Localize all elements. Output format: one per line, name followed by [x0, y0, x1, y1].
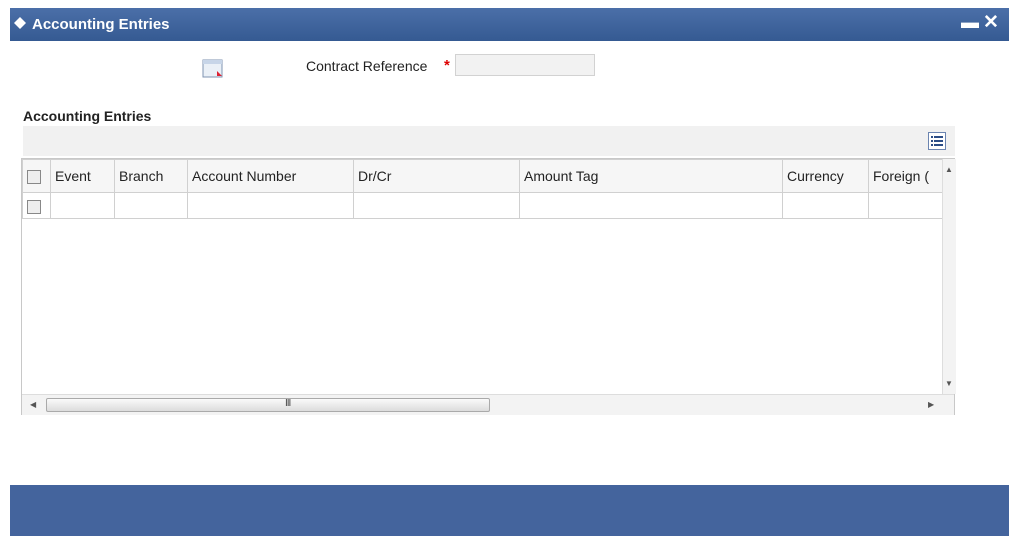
section-title: Accounting Entries	[23, 108, 152, 124]
window-title: Accounting Entries	[32, 16, 170, 33]
scroll-down-arrow-icon[interactable]: ▼	[945, 379, 953, 388]
row-checkbox[interactable]	[27, 199, 41, 214]
accounting-entries-window: Accounting Entries ▬ ✕ Contract Referenc…	[10, 8, 1009, 536]
required-indicator: *	[444, 57, 450, 74]
select-all-checkbox[interactable]	[27, 170, 41, 185]
accounting-entries-grid: Event Branch Account Number Dr/Cr Amount…	[21, 158, 956, 415]
amount-tag-cell[interactable]	[519, 192, 783, 219]
currency-cell[interactable]	[782, 192, 869, 219]
column-header-branch[interactable]: Branch	[114, 159, 188, 193]
table-row[interactable]	[22, 192, 943, 219]
column-header-dr-cr[interactable]: Dr/Cr	[353, 159, 520, 193]
grid-toolbar	[23, 126, 955, 156]
title-bar: Accounting Entries ▬ ✕	[10, 8, 1009, 41]
minimize-button[interactable]: ▬	[961, 12, 979, 33]
column-header-account-number[interactable]: Account Number	[187, 159, 354, 193]
scroll-left-arrow-icon[interactable]: ◀	[30, 400, 36, 409]
contract-reference-label: Contract Reference	[306, 58, 428, 74]
close-button[interactable]: ✕	[983, 11, 999, 34]
scroll-right-arrow-icon[interactable]: ▶	[928, 400, 934, 409]
dr-cr-cell[interactable]	[353, 192, 520, 219]
select-all-cell	[22, 159, 51, 193]
header-row: Event Branch Account Number Dr/Cr Amount…	[22, 159, 943, 193]
vertical-scrollbar[interactable]: ▲ ▼	[942, 159, 956, 394]
row-select-cell	[22, 192, 51, 219]
column-header-amount-tag[interactable]: Amount Tag	[519, 159, 783, 193]
accounting-entries-table: Event Branch Account Number Dr/Cr Amount…	[22, 159, 943, 219]
horizontal-scrollbar[interactable]: ◀ III ▶	[22, 394, 954, 415]
diamond-icon	[14, 17, 26, 29]
scroll-up-arrow-icon[interactable]: ▲	[945, 165, 953, 174]
event-cell[interactable]	[50, 192, 115, 219]
contract-reference-input[interactable]	[455, 54, 595, 76]
account-number-cell[interactable]	[187, 192, 354, 219]
horizontal-scroll-thumb[interactable]: III	[46, 398, 490, 412]
foreign-cell[interactable]	[868, 192, 943, 219]
list-view-icon[interactable]	[928, 132, 946, 150]
column-header-currency[interactable]: Currency	[782, 159, 869, 193]
scroll-grip-icon: III	[285, 398, 291, 409]
branch-cell[interactable]	[114, 192, 188, 219]
footer-bar	[10, 485, 1009, 536]
column-header-foreign[interactable]: Foreign (	[868, 159, 943, 193]
column-header-event[interactable]: Event	[50, 159, 115, 193]
form-icon[interactable]	[202, 59, 227, 79]
